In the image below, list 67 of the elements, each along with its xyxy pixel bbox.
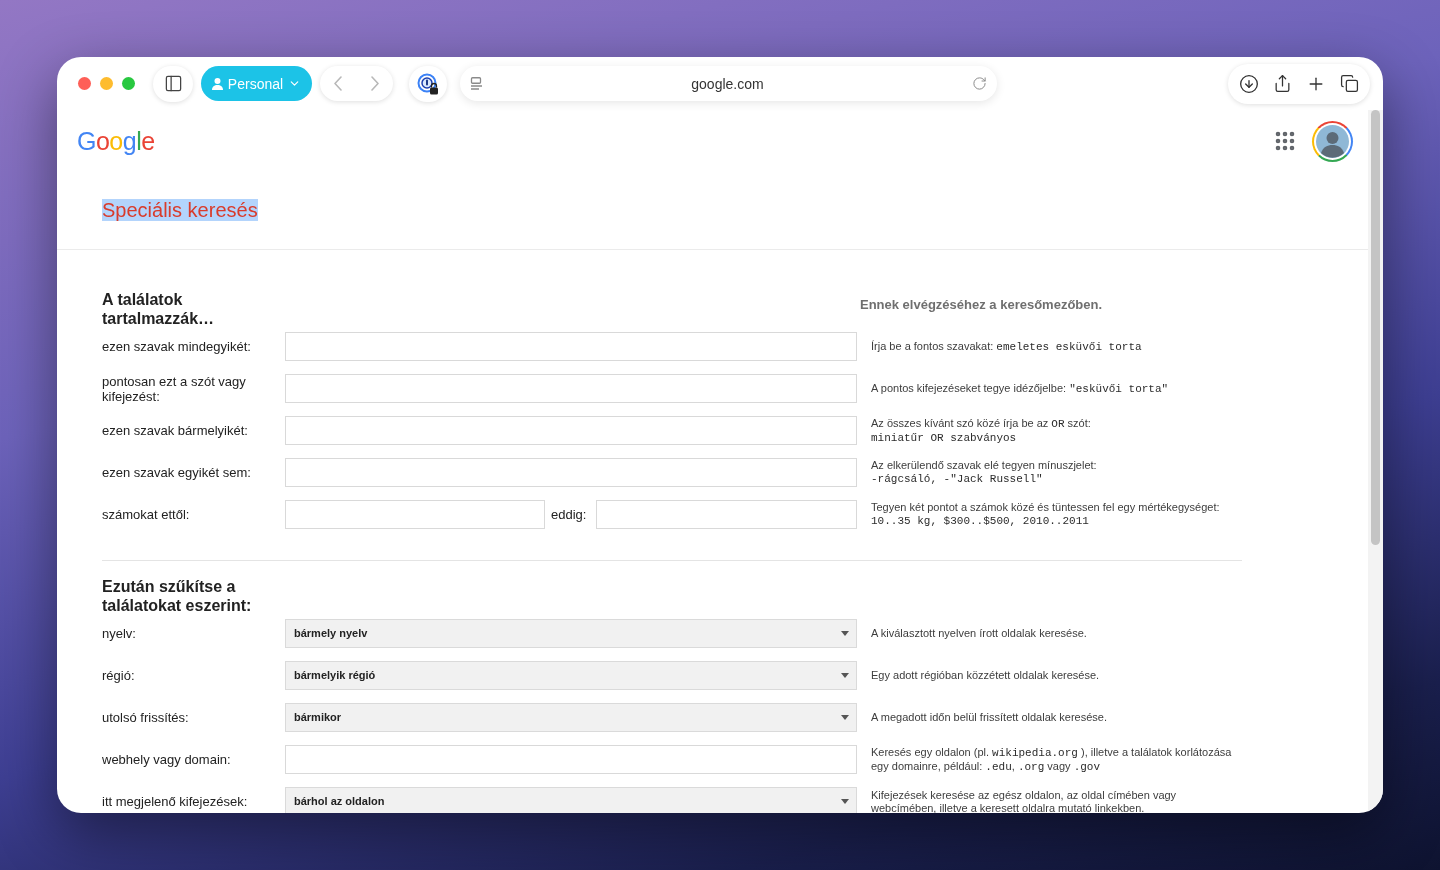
share-button[interactable] [1273,74,1292,93]
page-lines-icon [470,76,483,91]
section-heading: Ezután szűkítse a találatokat eszerint: [102,577,253,615]
zoom-window-button[interactable] [122,77,135,90]
dropdown-select[interactable]: bárhol az oldalon [285,787,857,813]
circle-lock-icon [417,72,439,95]
text-input[interactable] [285,745,857,774]
scrollbar-track[interactable] [1368,110,1383,813]
close-window-button[interactable] [78,77,91,90]
person-silhouette-icon [1316,124,1349,158]
caret-icon [841,799,849,804]
dropdown-select[interactable]: bármelyik régió [285,661,857,690]
caret-icon [841,673,849,678]
chevron-left-icon [334,76,343,91]
account-avatar[interactable] [1312,120,1353,162]
hint-text: Az elkerülendő szavak elé tegyen mínuszjelet: -rágcsáló, -"Jack Russell" [871,459,1097,486]
hint-text: Az összes kívánt szó közé írja be az OR szót: miniatűr OR szabványos [871,416,1091,445]
caret-icon [841,715,849,720]
reload-button[interactable] [972,76,987,91]
hint-text: Kifejezések keresése az egész oldalon, az oldal címében vagy webcímében, illetve a keresett oldalra mutató linkekben. [871,788,1177,813]
field-label: ezen szavak egyikét sem: [102,465,251,480]
dropdown-select[interactable]: bármely nyelv [285,619,857,648]
text-input[interactable] [285,332,857,361]
field-label: webhely vagy domain: [102,752,231,767]
field-label: nyelv: [102,626,136,641]
hint-text: A pontos kifejezéseket tegye idézőjelbe: "esküvői torta" [871,381,1169,396]
stacked-squares-icon [1340,74,1359,93]
dropdown-select[interactable]: bármikor [285,703,857,732]
page-title: Speciális keresés [102,199,258,221]
sidebar-button[interactable] [153,65,193,102]
field-label: utolsó frissítés: [102,710,189,725]
hint-text: Keresés egy oldalon (pl. wikipedia.org ), illetve a találatok korlátozása egy domainre, például: .edu, .org vagy .gov [871,745,1232,774]
range-to-label: eddig: [551,507,587,522]
section-heading: A találatok tartalmazzák… [102,290,216,328]
hint-text: Egy adott régióban közzétett oldalak keresése. [871,669,1100,682]
field-label: számokat ettől: [102,507,190,522]
reload-icon [972,76,987,91]
chevron-right-icon [370,76,379,91]
range-from-input[interactable] [285,500,545,529]
text-input[interactable] [285,416,857,445]
field-label: itt megjelenő kifejezések: [102,794,248,809]
field-label: pontosan ezt a szót vagy kifejezést: [102,373,247,404]
person-icon [211,77,223,90]
address-bar[interactable]: google.com [460,66,997,101]
sidebar-icon [163,74,183,93]
field-label: ezen szavak bármelyikét: [102,423,248,438]
password-manager-button[interactable] [409,65,447,102]
google-logo[interactable]: Google [77,127,155,155]
minimize-window-button[interactable] [100,77,113,90]
field-label: ezen szavak mindegyikét: [102,339,251,354]
text-input[interactable] [285,458,857,487]
hint-text: A kiválasztott nyelven írott oldalak keresése. [871,627,1087,640]
tab-overview-button[interactable] [1340,74,1359,93]
download-icon [1239,73,1259,94]
apps-button[interactable] [1273,129,1297,153]
share-icon [1273,74,1292,93]
hint-column-heading: Ennek elvégzéséhez a keresőmezőben. [860,297,1103,313]
field-label: régió: [102,668,135,683]
downloads-button[interactable] [1239,73,1259,94]
range-to-input[interactable] [596,500,857,529]
scrollbar-thumb[interactable] [1371,110,1380,545]
hint-text: Írja be a fontos szavakat: emeletes esküvői torta [871,339,1142,354]
hint-text: Tegyen két pontot a számok közé és tüntessen fel egy mértékegységet: 10..35 kg, $300..$500, 2010..2011 [871,501,1220,528]
caret-icon [841,631,849,636]
text-input[interactable] [285,374,857,403]
hint-text: A megadott időn belül frissített oldalak keresése. [871,711,1108,724]
grid-dots-icon [1273,129,1297,153]
